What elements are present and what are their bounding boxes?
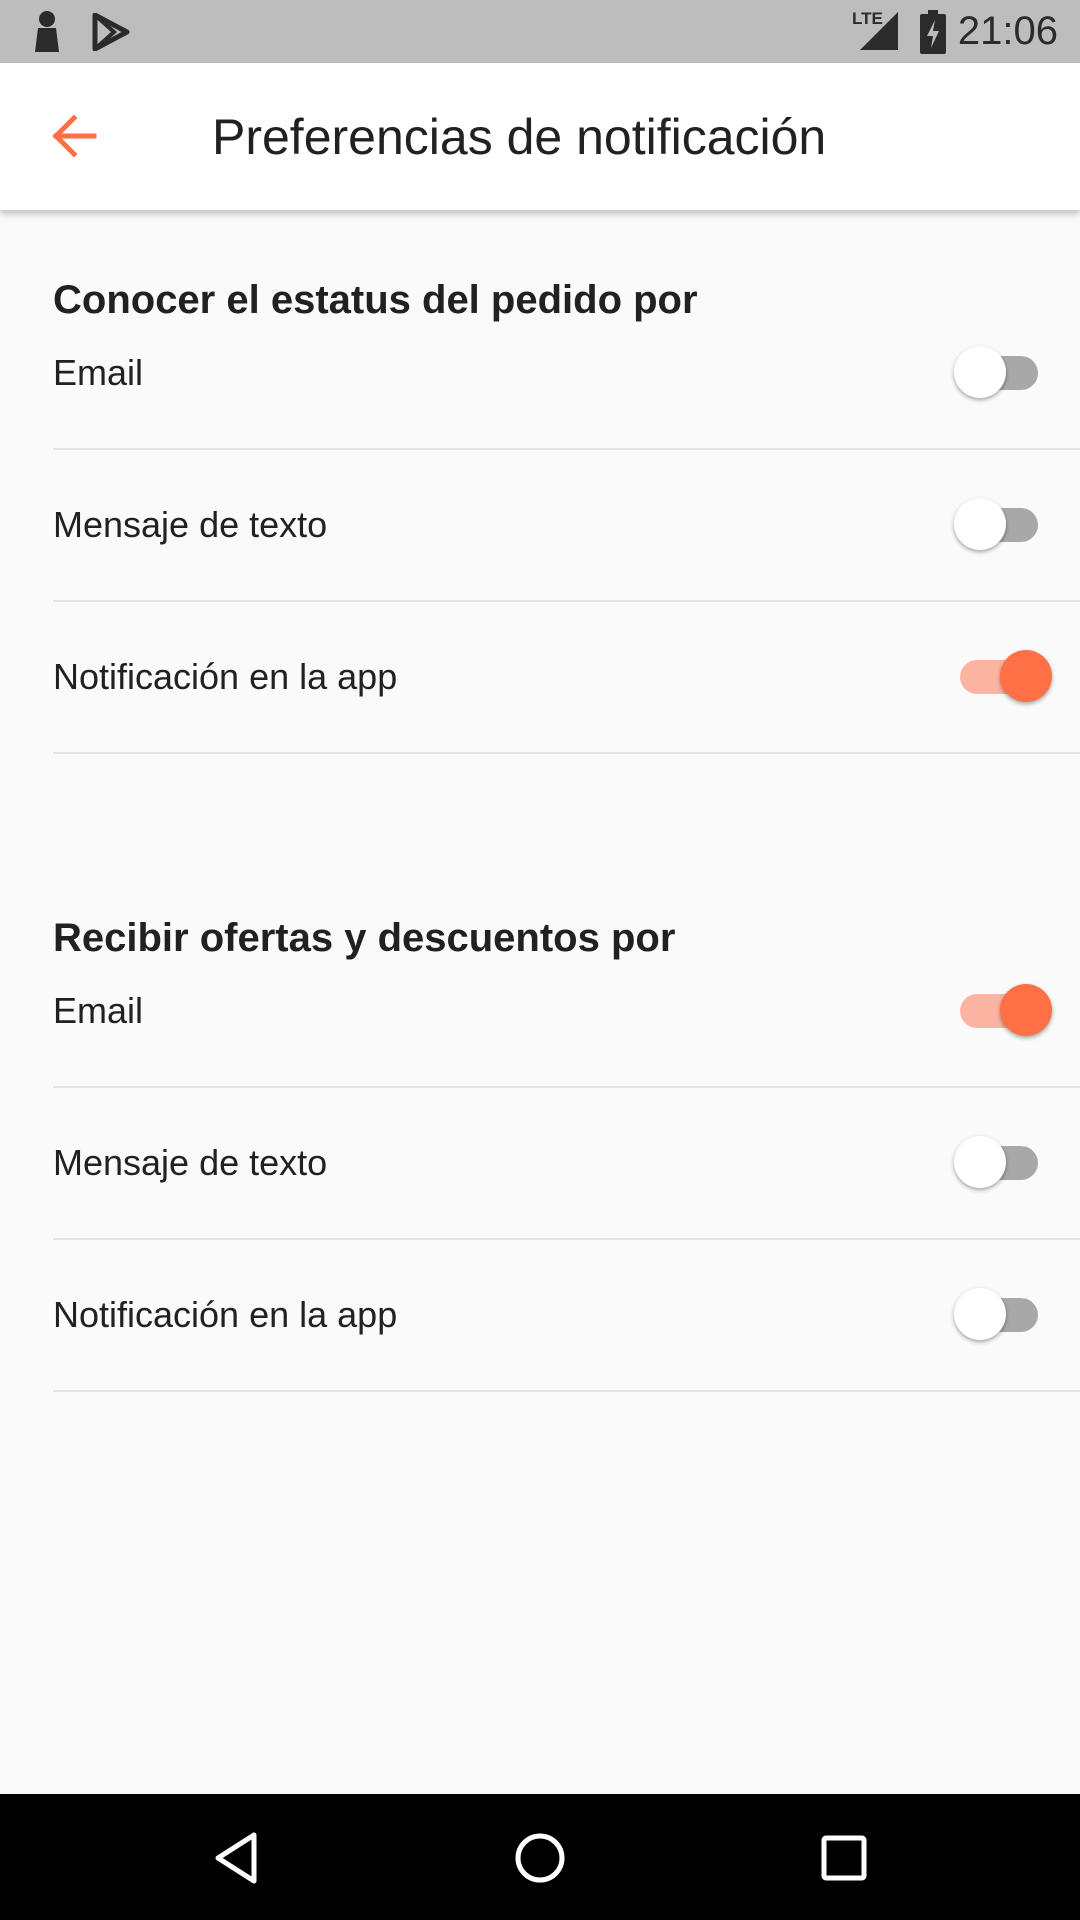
lte-signal-icon: LTE xyxy=(852,10,902,52)
status-time: 21:06 xyxy=(957,9,1058,53)
battery-charging-icon xyxy=(920,10,946,54)
arrow-left-icon xyxy=(52,114,97,158)
pref-row-order-email: Email xyxy=(53,298,1080,450)
pref-label: Email xyxy=(53,990,144,1031)
offers-app-toggle[interactable] xyxy=(954,1287,1052,1343)
pref-label: Mensaje de texto xyxy=(53,504,328,545)
offers-sms-toggle[interactable] xyxy=(954,1135,1052,1191)
back-triangle-icon xyxy=(215,1832,257,1884)
offers-email-toggle[interactable] xyxy=(954,983,1052,1039)
toggle-thumb xyxy=(954,346,1006,398)
toggle-thumb xyxy=(1000,650,1052,702)
pref-label: Notificación en la app xyxy=(53,656,398,697)
nav-back-button[interactable] xyxy=(196,1818,276,1898)
pref-label: Notificación en la app xyxy=(53,1294,398,1335)
order-sms-toggle[interactable] xyxy=(954,497,1052,553)
recents-square-icon xyxy=(821,1835,867,1881)
pref-label: Mensaje de texto xyxy=(53,1142,328,1183)
pref-row-offers-app: Notificación en la app xyxy=(53,1240,1080,1392)
back-button[interactable] xyxy=(26,93,122,179)
toggle-thumb xyxy=(954,498,1006,550)
page-title: Preferencias de notificación xyxy=(212,109,827,165)
toggle-thumb xyxy=(954,1288,1006,1340)
home-circle-icon xyxy=(515,1833,565,1883)
toggle-thumb xyxy=(954,1136,1006,1188)
notification-person-icon xyxy=(35,11,59,52)
toggle-thumb xyxy=(1000,984,1052,1036)
play-store-icon xyxy=(92,13,130,51)
nav-home-button[interactable] xyxy=(500,1818,580,1898)
app-bar: Preferencias de notificación xyxy=(0,63,1080,210)
network-label: LTE xyxy=(852,9,883,28)
pref-row-offers-sms: Mensaje de texto xyxy=(53,1088,1080,1240)
order-email-toggle[interactable] xyxy=(954,345,1052,401)
pref-row-order-app: Notificación en la app xyxy=(53,602,1080,754)
system-nav-bar xyxy=(0,1794,1080,1920)
nav-recents-button[interactable] xyxy=(804,1818,884,1898)
pref-label: Email xyxy=(53,352,144,393)
pref-row-offers-email: Email xyxy=(53,936,1080,1088)
status-bar: LTE 21:06 xyxy=(0,0,1080,63)
pref-row-order-sms: Mensaje de texto xyxy=(53,450,1080,602)
order-app-toggle[interactable] xyxy=(954,649,1052,705)
notification-preferences: Conocer el estatus del pedido por Email … xyxy=(0,210,1080,1794)
